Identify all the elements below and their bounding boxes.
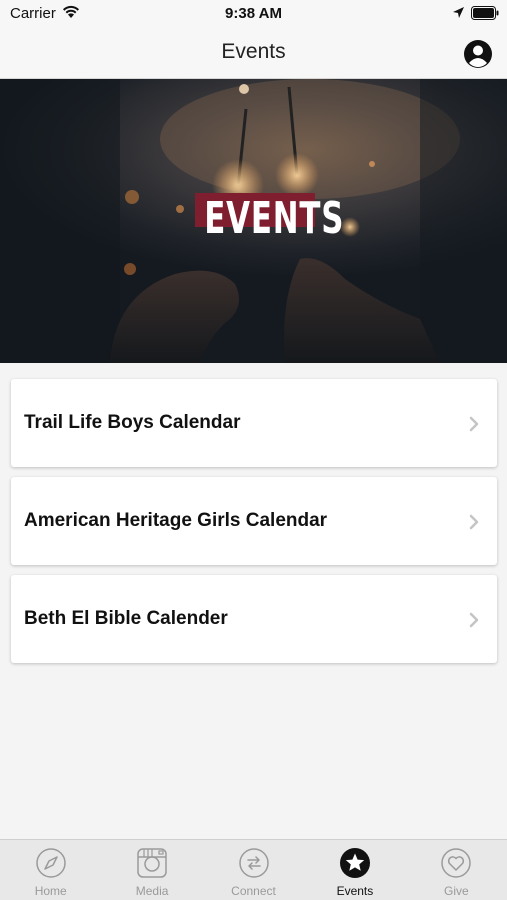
chevron-right-icon bbox=[469, 612, 479, 628]
list-item[interactable]: American Heritage Girls Calendar bbox=[11, 477, 497, 565]
tab-label: Give bbox=[443, 884, 469, 898]
list-item-label: Trail Life Boys Calendar bbox=[24, 412, 241, 433]
list-item-label: Beth El Bible Calender bbox=[24, 608, 228, 629]
hero-title: EVENTS bbox=[204, 193, 345, 244]
tab-label: Events bbox=[336, 884, 374, 898]
chevron-right-icon bbox=[469, 416, 479, 432]
tab-media[interactable]: Media bbox=[101, 840, 202, 900]
heart-icon bbox=[441, 848, 472, 878]
star-circle-icon bbox=[339, 848, 370, 878]
list-item[interactable]: Trail Life Boys Calendar bbox=[11, 379, 497, 467]
page-title: Events bbox=[221, 40, 286, 63]
camera-icon bbox=[137, 848, 167, 878]
hero-image: EVENTS bbox=[0, 79, 507, 363]
chevron-right-icon bbox=[469, 514, 479, 530]
status-bar: Carrier 9:38 AM bbox=[0, 0, 507, 28]
arrows-exchange-icon bbox=[238, 848, 269, 878]
list-item-label: American Heritage Girls Calendar bbox=[24, 510, 328, 531]
compass-icon bbox=[35, 848, 66, 878]
tab-label: Home bbox=[34, 884, 67, 898]
clock: 9:38 AM bbox=[225, 5, 282, 22]
tab-events[interactable]: Events bbox=[304, 840, 405, 900]
tab-label: Media bbox=[135, 884, 169, 898]
profile-icon[interactable] bbox=[463, 39, 493, 69]
tab-bar: Home Media Connect Events Give bbox=[0, 839, 507, 900]
location-arrow-icon bbox=[453, 7, 464, 18]
list-item[interactable]: Beth El Bible Calender bbox=[11, 575, 497, 663]
nav-bar: Events bbox=[0, 28, 507, 79]
battery-icon bbox=[471, 6, 499, 20]
tab-connect[interactable]: Connect bbox=[203, 840, 304, 900]
tab-label: Connect bbox=[231, 884, 276, 898]
tab-home[interactable]: Home bbox=[0, 840, 101, 900]
events-list: Trail Life Boys Calendar American Herita… bbox=[11, 379, 497, 673]
tab-give[interactable]: Give bbox=[406, 840, 507, 900]
